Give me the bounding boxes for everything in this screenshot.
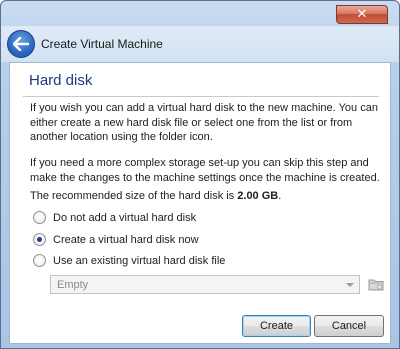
- intro-text: If you wish you can add a virtual hard d…: [30, 102, 378, 143]
- option-existing-disk[interactable]: Use an existing virtual hard disk file: [33, 254, 225, 267]
- window-close-button[interactable]: ✕: [336, 5, 388, 24]
- storage-hint-text: If you need a more complex storage set-u…: [30, 157, 380, 184]
- create-button[interactable]: Create: [242, 315, 311, 337]
- option-existing-disk-label: Use an existing virtual hard disk file: [53, 254, 226, 267]
- folder-icon: [368, 279, 383, 291]
- choose-disk-file-button[interactable]: [367, 275, 385, 294]
- existing-disk-value: Empty: [57, 278, 89, 291]
- option-create-disk[interactable]: Create a virtual hard disk now: [33, 233, 199, 246]
- back-button[interactable]: [7, 30, 35, 58]
- close-icon: ✕: [356, 7, 368, 22]
- window-title: Create Virtual Machine: [41, 37, 163, 51]
- recommended-size-suffix: .: [278, 190, 282, 202]
- radio-create-disk[interactable]: [33, 233, 46, 246]
- dialog-window: ✕ Create Virtual Machine Hard disk If yo…: [0, 0, 400, 349]
- back-arrow-icon: [13, 37, 29, 51]
- option-no-disk[interactable]: Do not add a virtual hard disk: [33, 211, 196, 224]
- existing-disk-select[interactable]: Empty: [50, 275, 360, 294]
- recommended-size-text: The recommended size of the hard disk is…: [30, 189, 380, 204]
- wizard-header: Create Virtual Machine: [1, 26, 399, 62]
- wizard-page: Hard disk If you wish you can add a virt…: [9, 62, 391, 344]
- heading-divider: [23, 96, 379, 97]
- page-title: Hard disk: [29, 72, 93, 89]
- radio-existing-disk[interactable]: [33, 254, 46, 267]
- option-no-disk-label: Do not add a virtual hard disk: [53, 211, 197, 224]
- cancel-button[interactable]: Cancel: [314, 315, 384, 337]
- option-create-disk-label: Create a virtual hard disk now: [53, 233, 199, 246]
- recommended-size-value: 2.00 GB: [237, 190, 279, 202]
- recommended-size-prefix: The recommended size of the hard disk is: [30, 190, 238, 202]
- chevron-down-icon: [346, 283, 354, 287]
- radio-no-disk[interactable]: [33, 211, 46, 224]
